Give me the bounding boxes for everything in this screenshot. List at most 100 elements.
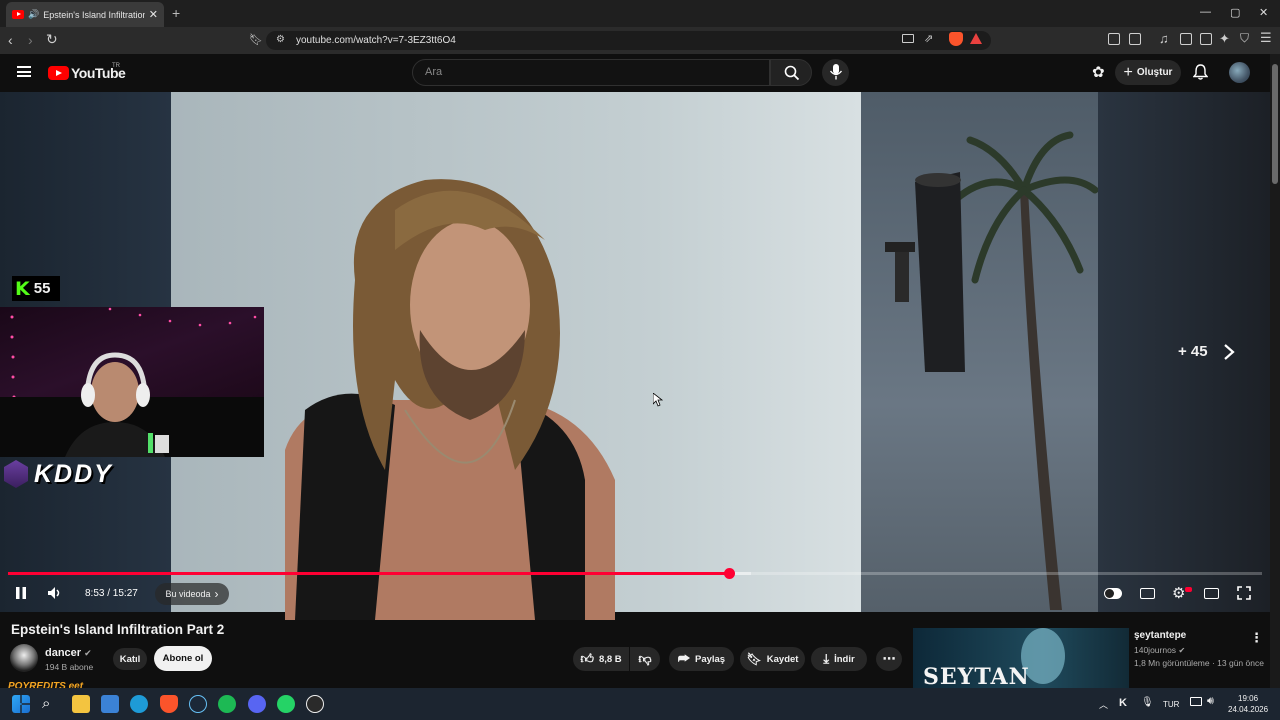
back-icon[interactable]: ‹ bbox=[8, 32, 13, 48]
search-icon bbox=[784, 65, 800, 81]
channel-name-text: dancer bbox=[45, 647, 82, 659]
kick-viewer-badge: K 55 bbox=[12, 276, 60, 301]
chevron-right-icon: › bbox=[214, 587, 219, 601]
share-page-icon[interactable]: ⇗ bbox=[924, 32, 933, 45]
more-videos-count[interactable]: + 45 bbox=[1178, 343, 1208, 360]
verified-check-icon: ✔︎ bbox=[1178, 646, 1186, 655]
tray-kick-icon[interactable]: K bbox=[1119, 697, 1127, 709]
wallet-icon[interactable] bbox=[1200, 33, 1212, 45]
discord-icon[interactable] bbox=[248, 695, 266, 713]
recommendation-channel[interactable]: 140journos ✔︎ bbox=[1134, 645, 1185, 655]
ai-assistant-icon[interactable]: ✦ bbox=[1219, 31, 1230, 47]
screenshot-icon[interactable] bbox=[1129, 33, 1141, 45]
next-video-chevron-icon[interactable] bbox=[1223, 344, 1235, 365]
save-button[interactable]: 🔖︎ Kaydet bbox=[740, 647, 805, 671]
channel-avatar[interactable] bbox=[10, 644, 38, 672]
autoplay-knob-icon bbox=[1105, 589, 1114, 598]
youtube-logo-icon[interactable] bbox=[48, 66, 69, 80]
youtube-favicon-icon bbox=[12, 10, 24, 19]
network-icon[interactable] bbox=[1190, 697, 1202, 706]
country-code: TR bbox=[112, 63, 120, 69]
settings-gear-icon[interactable]: ⚙︎ bbox=[1172, 584, 1185, 602]
whatsapp-icon[interactable] bbox=[277, 695, 295, 713]
recommendation-meta: 1,8 Mn görüntüleme · 13 gün önce bbox=[1134, 658, 1264, 668]
fullscreen-icon[interactable] bbox=[1237, 586, 1251, 605]
search-button[interactable] bbox=[770, 59, 812, 86]
plus-icon: + bbox=[1123, 63, 1133, 81]
file-explorer-icon[interactable] bbox=[72, 695, 90, 713]
tray-mic-icon[interactable]: 🎙︎ bbox=[1141, 697, 1154, 708]
close-tab-icon[interactable]: ✕ bbox=[149, 8, 158, 21]
kick-logo-icon: K bbox=[15, 277, 30, 300]
app-icon[interactable] bbox=[306, 695, 324, 713]
like-count: 8,8 B bbox=[598, 653, 622, 665]
steam-icon[interactable] bbox=[189, 695, 207, 713]
theater-mode-icon[interactable] bbox=[1204, 588, 1219, 599]
chapter-label: Bu videoda bbox=[165, 589, 211, 599]
speaker-icon[interactable]: 🔊 bbox=[28, 9, 39, 20]
store-icon[interactable] bbox=[101, 695, 119, 713]
speaker-icon[interactable]: 🔊︎ bbox=[1207, 695, 1214, 708]
site-info-icon[interactable]: ⚙︎ bbox=[276, 34, 285, 45]
reload-icon[interactable]: ↻ bbox=[46, 31, 58, 48]
browser-tab-bar bbox=[0, 0, 1280, 27]
download-label: İndir bbox=[834, 653, 855, 665]
keyboard-language[interactable]: TUR bbox=[1163, 700, 1179, 709]
edge-icon[interactable] bbox=[130, 695, 148, 713]
browser-tab[interactable]: 🔊 Epstein's Island Infiltration Pa ✕ bbox=[6, 2, 164, 27]
save-bookmark-icon: 🔖︎ bbox=[746, 652, 762, 666]
save-label: Kaydet bbox=[766, 653, 799, 665]
progress-played bbox=[8, 572, 729, 575]
create-button[interactable]: + Oluştur bbox=[1115, 60, 1181, 85]
maximize-button[interactable]: ▢ bbox=[1230, 6, 1240, 19]
system-clock[interactable]: 19:06 24.04.2026 bbox=[1228, 693, 1268, 715]
like-button[interactable]: 👍︎ 8,8 B bbox=[573, 647, 629, 671]
subscribe-button[interactable]: Abone ol bbox=[154, 646, 212, 671]
dislike-button[interactable]: 👎︎ bbox=[630, 647, 660, 671]
url-text[interactable]: youtube.com/watch?v=7-3EZ3tt6O4 bbox=[296, 35, 456, 46]
channel-name[interactable]: dancer ✔︎ bbox=[45, 647, 92, 659]
clock-date: 24.04.2026 bbox=[1228, 705, 1269, 714]
join-button[interactable]: Katıl bbox=[113, 648, 147, 670]
menu-hamburger-icon[interactable] bbox=[17, 66, 31, 77]
scrollbar-thumb[interactable] bbox=[1272, 64, 1278, 184]
brave-icon[interactable] bbox=[160, 695, 178, 713]
user-avatar[interactable] bbox=[1229, 62, 1250, 83]
vpn-shield-icon[interactable]: ⛉ bbox=[1240, 31, 1249, 46]
media-icon[interactable]: ♫ bbox=[1159, 31, 1169, 46]
brave-rewards-icon[interactable] bbox=[970, 33, 982, 44]
thumbs-down-icon: 👎︎ bbox=[638, 651, 652, 666]
autoplay-toggle[interactable] bbox=[1104, 588, 1122, 599]
new-tab-button[interactable]: + bbox=[172, 5, 180, 21]
recommendation-title[interactable]: şeytantepe bbox=[1134, 630, 1186, 641]
download-button[interactable]: ⤓ İndir bbox=[811, 647, 867, 671]
brave-shield-icon[interactable] bbox=[949, 32, 963, 46]
cast-icon[interactable] bbox=[902, 34, 914, 43]
progress-scrubber-handle[interactable] bbox=[724, 568, 735, 579]
pause-icon[interactable] bbox=[15, 586, 27, 605]
sidebar-icon[interactable] bbox=[1180, 33, 1192, 45]
spotify-icon[interactable] bbox=[218, 695, 236, 713]
close-window-button[interactable]: ✕ bbox=[1259, 6, 1268, 19]
minimize-button[interactable]: — bbox=[1200, 6, 1211, 18]
recommendation-menu-icon[interactable]: ⋮ bbox=[1250, 630, 1263, 646]
extension-badge-icon[interactable]: ✿ bbox=[1092, 63, 1105, 81]
notifications-bell-icon[interactable] bbox=[1192, 64, 1209, 85]
more-actions-icon[interactable]: ⋯ bbox=[876, 647, 902, 671]
search-input[interactable]: Ara bbox=[412, 59, 770, 86]
browser-menu-icon[interactable]: ☰ bbox=[1260, 30, 1272, 46]
volume-icon[interactable] bbox=[47, 586, 63, 605]
forward-icon[interactable]: › bbox=[28, 32, 33, 48]
subtitles-icon[interactable] bbox=[1140, 588, 1155, 599]
hd-badge-icon bbox=[1185, 587, 1192, 592]
chapter-button[interactable]: Bu videoda › bbox=[155, 583, 229, 605]
voice-search-button[interactable] bbox=[822, 59, 849, 86]
video-wall-lamp bbox=[885, 172, 965, 372]
search-icon[interactable]: ⌕ bbox=[42, 695, 60, 713]
bookmark-icon[interactable]: 🔖︎ bbox=[249, 33, 263, 46]
extensions-icon[interactable] bbox=[1108, 33, 1120, 45]
tray-chevron-icon[interactable]: ︿ bbox=[1099, 698, 1108, 711]
share-button[interactable]: ⮫ Paylaş bbox=[669, 647, 734, 671]
streamer-name: KDDY bbox=[34, 460, 113, 488]
share-label: Paylaş bbox=[694, 653, 726, 665]
